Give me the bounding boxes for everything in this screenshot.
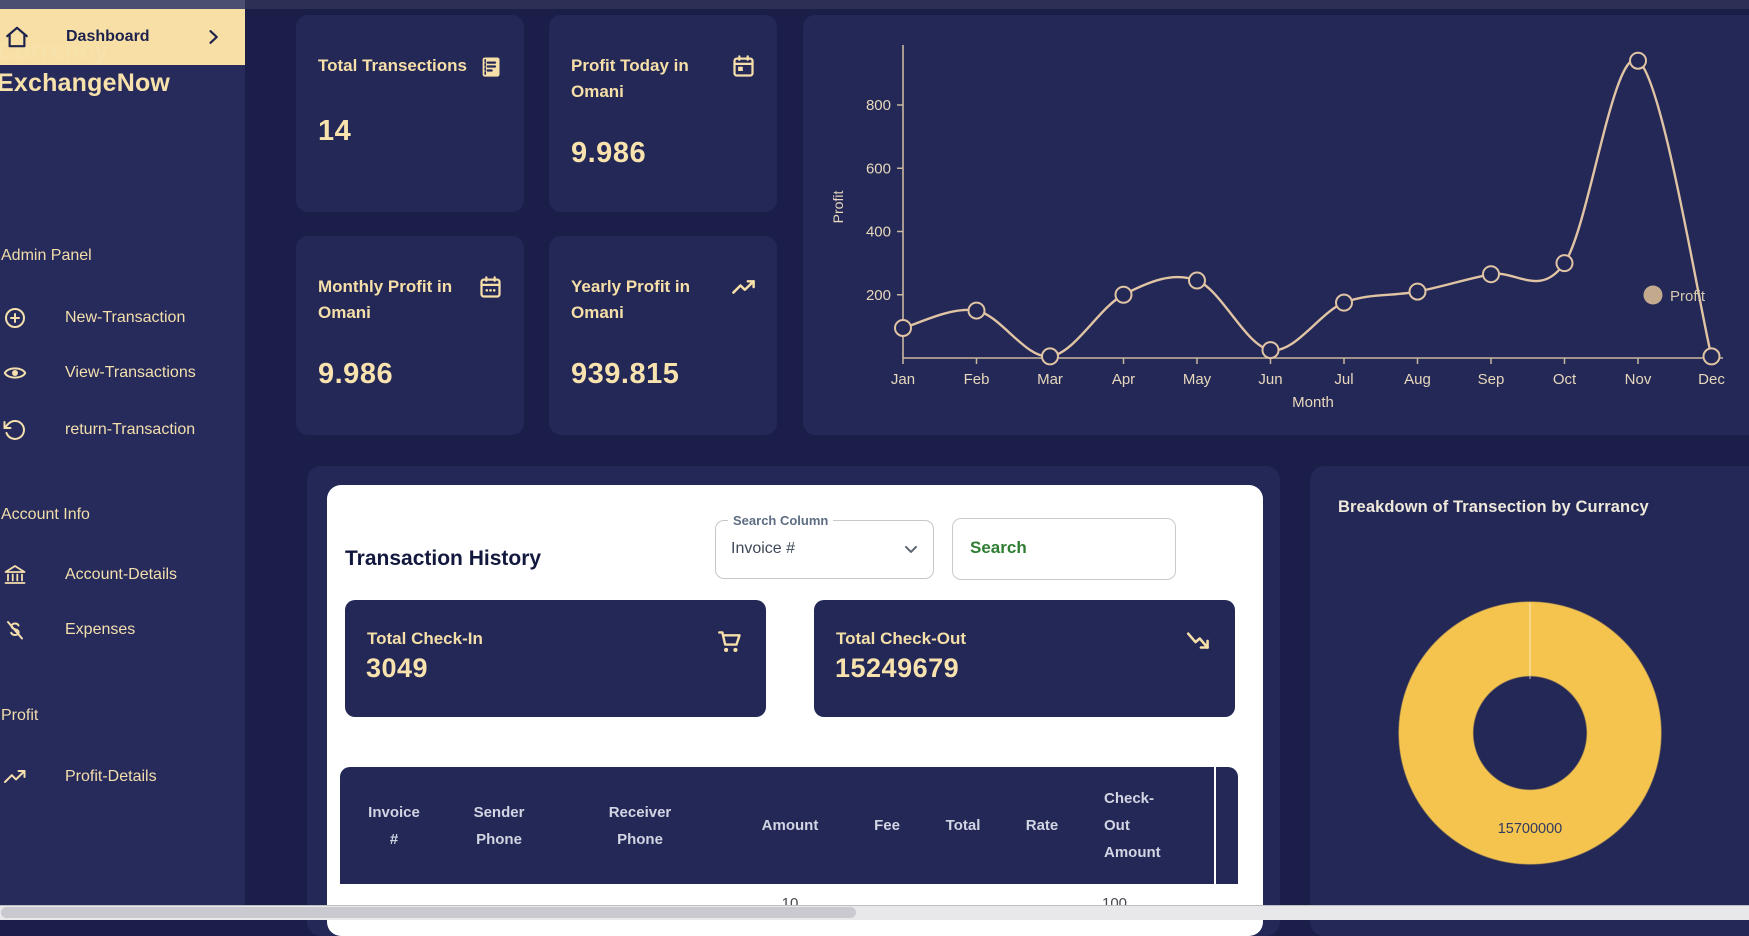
check-out-label: Total Check-Out: [836, 629, 966, 649]
col-invoice: Invoice #: [340, 767, 448, 884]
stat-card-profit-today: Profit Today in Omani 9.986: [549, 15, 777, 212]
section-title: Transaction History: [345, 547, 541, 571]
svg-text:Mar: Mar: [1037, 371, 1063, 388]
stat-value: 14: [318, 115, 351, 148]
donut-slice-seam: [1529, 603, 1531, 679]
chevron-right-icon: [203, 27, 223, 47]
chevron-down-icon: [901, 539, 921, 559]
stat-card-total-transactions: Total Transections 14: [296, 15, 524, 212]
svg-text:May: May: [1183, 371, 1212, 388]
transactions-table: Invoice # Sender Phone Receiver Phone Am…: [340, 767, 1238, 923]
col-rate: Rate: [1002, 767, 1082, 884]
col-sender-phone: Sender Phone: [448, 767, 550, 884]
stat-label: Monthly Profit in Omani: [318, 274, 468, 327]
bank-icon: [3, 563, 27, 587]
svg-text:400: 400: [866, 224, 891, 241]
sidebar-item-label: Account-Details: [65, 566, 177, 584]
col-receiver-phone: Receiver Phone: [550, 767, 730, 884]
check-in-value: 3049: [366, 653, 428, 684]
col-total: Total: [924, 767, 1002, 884]
sidebar-section-admin-panel: Admin Panel: [1, 247, 92, 265]
total-check-out-card: Total Check-Out 15249679: [814, 600, 1235, 717]
svg-text:800: 800: [866, 97, 891, 114]
top-strip-right: [245, 0, 1749, 9]
table-header-row: Invoice # Sender Phone Receiver Phone Am…: [340, 767, 1238, 884]
eye-icon: [3, 361, 27, 385]
table-column-divider[interactable]: [1214, 767, 1216, 919]
plus-circle-icon: [3, 306, 27, 330]
sidebar-item-label: Dashboard: [66, 28, 150, 46]
stat-card-yearly-profit: Yearly Profit in Omani 939.815: [549, 236, 777, 435]
horizontal-scrollbar-thumb[interactable]: [1, 907, 856, 918]
svg-text:Profit: Profit: [1670, 288, 1706, 305]
stat-card-monthly-profit: Monthly Profit in Omani 9.986: [296, 236, 524, 435]
svg-text:Jul: Jul: [1334, 371, 1353, 388]
stat-label: Total Transections: [318, 53, 467, 79]
check-in-label: Total Check-In: [367, 629, 483, 649]
search-input-label: Search: [970, 538, 1027, 558]
transaction-history-panel: Transaction History Search Column Invoic…: [307, 466, 1280, 936]
svg-text:Oct: Oct: [1553, 371, 1577, 388]
stat-value: 939.815: [571, 358, 679, 391]
svg-text:Dec: Dec: [1698, 371, 1725, 388]
cart-icon: [715, 627, 744, 656]
stat-label: Yearly Profit in Omani: [571, 274, 721, 327]
trending-up-icon: [730, 274, 757, 301]
trending-down-icon: [1184, 627, 1213, 656]
svg-text:Feb: Feb: [964, 371, 990, 388]
rotate-ccw-icon: [3, 418, 27, 442]
breakdown-panel: Breakdown of Transection by Currancy 157…: [1310, 466, 1749, 936]
profit-line-chart: 200 400 600 800 Jan Feb Mar Apr May Jun Jul Aug Sep O…: [803, 15, 1749, 435]
sidebar-item-label: View-Transactions: [65, 364, 196, 382]
sidebar-item-expenses[interactable]: Expenses: [0, 617, 245, 643]
sidebar-item-new-transaction[interactable]: New-Transaction: [0, 305, 245, 331]
search-column-label: Search Column: [728, 513, 833, 528]
stat-value: 9.986: [318, 358, 393, 391]
sidebar-section-profit: Profit: [1, 707, 38, 725]
sidebar-item-label: New-Transaction: [65, 309, 185, 327]
trending-up-icon: [3, 765, 27, 789]
sidebar-item-view-transactions[interactable]: View-Transactions: [0, 360, 245, 386]
sidebar-item-label: Profit-Details: [65, 768, 157, 786]
svg-text:Sep: Sep: [1478, 371, 1505, 388]
profit-line-chart-card: 200 400 600 800 Jan Feb Mar Apr May Jun Jul Aug Sep O…: [803, 15, 1749, 435]
top-strip-left: [0, 0, 245, 9]
calendar-month-icon: [477, 274, 504, 301]
svg-text:Jan: Jan: [891, 371, 915, 388]
home-icon: [4, 24, 30, 50]
check-out-value: 15249679: [835, 653, 959, 684]
notepad-icon: [477, 53, 504, 80]
sidebar-item-label: return-Transaction: [65, 421, 195, 439]
stat-value: 9.986: [571, 137, 646, 170]
horizontal-scrollbar[interactable]: [0, 905, 1749, 920]
svg-text:Profit: Profit: [830, 191, 846, 224]
sidebar: Currency ExchangeNow Dashboard Admin Pan…: [0, 9, 245, 905]
search-column-value: Invoice #: [731, 540, 795, 558]
sidebar-item-account-details[interactable]: Account-Details: [0, 562, 245, 588]
col-amount: Amount: [730, 767, 850, 884]
breakdown-title: Breakdown of Transection by Currancy: [1338, 498, 1649, 517]
sidebar-item-return-transaction[interactable]: return-Transaction: [0, 417, 245, 443]
search-input[interactable]: Search: [952, 518, 1176, 580]
sidebar-section-account-info: Account Info: [1, 506, 90, 524]
calendar-icon: [730, 53, 757, 80]
stat-label: Profit Today in Omani: [571, 53, 721, 106]
svg-text:200: 200: [866, 287, 891, 304]
sidebar-item-profit-details[interactable]: Profit-Details: [0, 764, 245, 790]
total-check-in-card: Total Check-In 3049: [345, 600, 766, 717]
donut-value-label: 15700000: [1398, 821, 1662, 837]
col-fee: Fee: [850, 767, 924, 884]
svg-text:Jun: Jun: [1258, 371, 1282, 388]
svg-text:600: 600: [866, 160, 891, 177]
svg-text:Aug: Aug: [1404, 371, 1431, 388]
sidebar-item-label: Expenses: [65, 621, 135, 639]
svg-text:Apr: Apr: [1112, 371, 1135, 388]
svg-text:Nov: Nov: [1625, 371, 1652, 388]
search-column-select[interactable]: Search Column Invoice #: [715, 520, 934, 579]
money-off-icon: [3, 618, 27, 642]
transaction-history-card: Transaction History Search Column Invoic…: [327, 485, 1263, 936]
svg-text:Month: Month: [1292, 394, 1334, 411]
